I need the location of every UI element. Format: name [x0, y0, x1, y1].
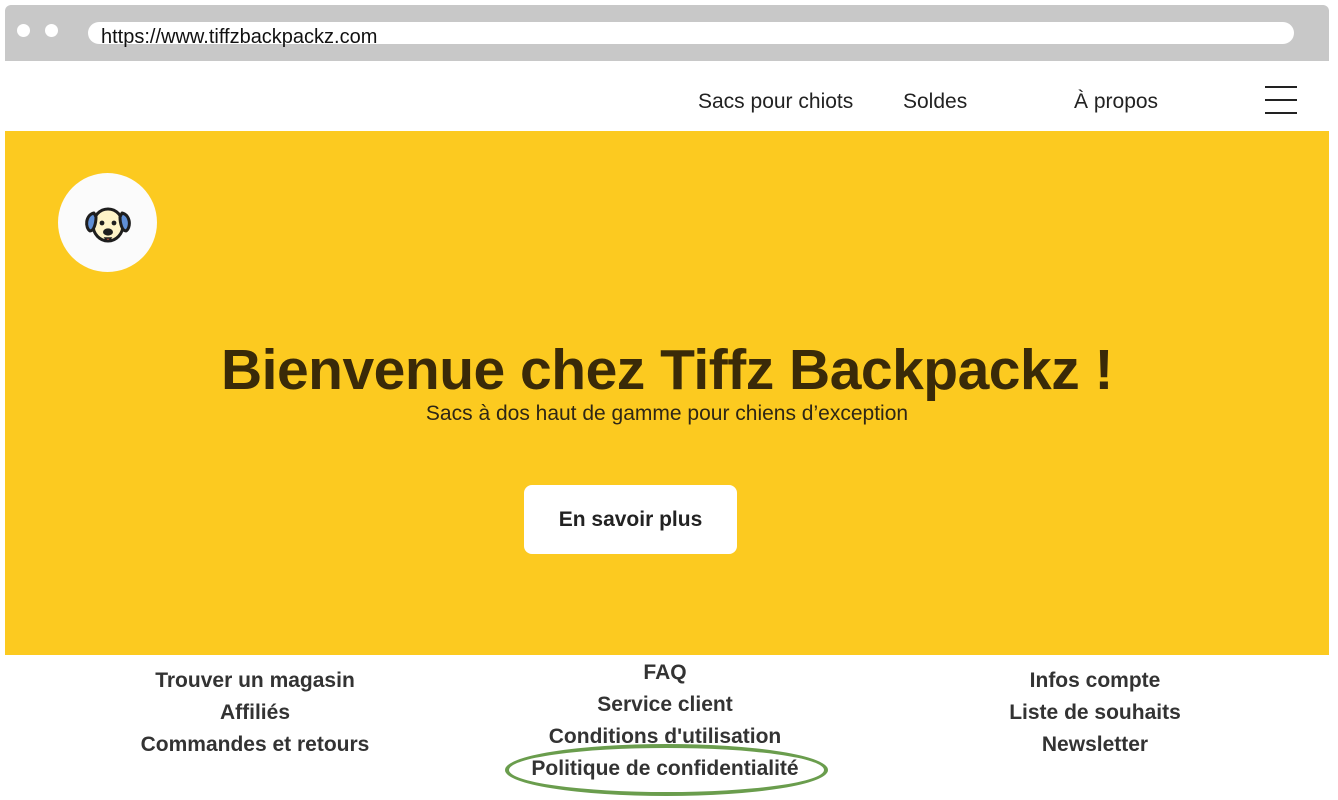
- nav-link-a-propos[interactable]: À propos: [1074, 89, 1158, 115]
- browser-chrome: https://www.tiffzbackpackz.com: [5, 5, 1329, 61]
- url-text[interactable]: https://www.tiffzbackpackz.com: [101, 25, 377, 49]
- learn-more-button[interactable]: En savoir plus: [524, 485, 737, 554]
- hero-subtitle: Sacs à dos haut de gamme pour chiens d’e…: [425, 402, 909, 425]
- hero-title: Bienvenue chez Tiffz Backpackz !: [220, 338, 1114, 402]
- footer-link-privacy-policy[interactable]: Politique de confidentialité: [515, 753, 815, 785]
- footer-link-customer-service[interactable]: Service client: [515, 689, 815, 721]
- footer-column-2: FAQ Service client Conditions d'utilisat…: [515, 657, 815, 785]
- window-control-dot[interactable]: [17, 24, 30, 37]
- footer-link-wishlist[interactable]: Liste de souhaits: [945, 697, 1245, 729]
- nav-link-sacs-pour-chiots[interactable]: Sacs pour chiots: [698, 89, 853, 115]
- footer-link-account-info[interactable]: Infos compte: [945, 665, 1245, 697]
- footer-link-store-locator[interactable]: Trouver un magasin: [105, 665, 405, 697]
- footer-column-3: Infos compte Liste de souhaits Newslette…: [945, 665, 1245, 761]
- nav-link-soldes[interactable]: Soldes: [903, 89, 967, 115]
- footer-link-faq[interactable]: FAQ: [515, 657, 815, 689]
- dog-face-icon: [84, 207, 131, 242]
- window-control-dot[interactable]: [45, 24, 58, 37]
- logo[interactable]: [58, 173, 157, 272]
- hero-banner: Bienvenue chez Tiffz Backpackz ! Sacs à …: [5, 131, 1329, 655]
- hamburger-menu-icon[interactable]: [1265, 85, 1297, 115]
- footer-column-1: Trouver un magasin Affiliés Commandes et…: [105, 665, 405, 761]
- footer-link-terms-of-use[interactable]: Conditions d'utilisation: [515, 721, 815, 753]
- footer-link-newsletter[interactable]: Newsletter: [945, 729, 1245, 761]
- webpage: Sacs pour chiots Soldes À propos Bienven…: [5, 61, 1329, 796]
- footer-link-affiliates[interactable]: Affiliés: [105, 697, 405, 729]
- footer-link-orders-returns[interactable]: Commandes et retours: [105, 729, 405, 761]
